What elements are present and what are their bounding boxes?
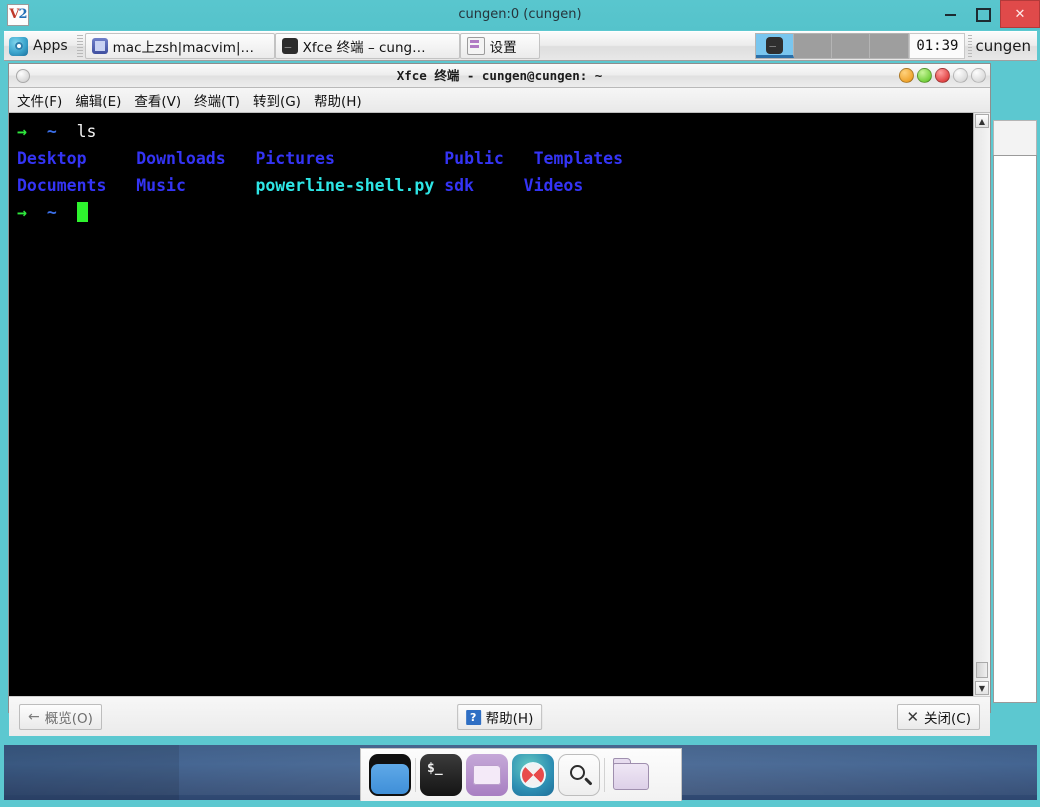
vim-icon <box>91 38 108 54</box>
menu-edit[interactable]: 编辑(E) <box>75 90 121 110</box>
help-button-label: 帮助(H) <box>485 711 534 727</box>
arrow-left-icon: ← <box>28 709 40 725</box>
terminal-shade-button[interactable] <box>953 68 968 83</box>
terminal-extra-button[interactable] <box>971 68 986 83</box>
terminal-output[interactable]: → ~ ls Desktop Downloads Pictures Public… <box>9 113 973 696</box>
folder-purple-icon[interactable] <box>466 754 508 796</box>
vnc-maximize-button[interactable] <box>967 0 1000 29</box>
listing-entry-downloads: Downloads <box>136 149 226 168</box>
workspace-3[interactable] <box>832 34 871 58</box>
close-button-label: 关闭(C) <box>924 711 971 727</box>
listing-entry-documents: Documents <box>17 176 107 195</box>
menu-view[interactable]: 查看(V) <box>134 90 181 110</box>
overview-button[interactable]: ← 概览(O) <box>19 704 102 730</box>
vnc-window-title: cungen:0 (cungen) <box>458 7 582 22</box>
terminal-icon <box>281 35 298 54</box>
menu-terminal[interactable]: 终端(T) <box>194 90 240 110</box>
maximize-icon <box>976 7 991 22</box>
terminal-menubar: 文件(F) 编辑(E) 查看(V) 终端(T) 转到(G) 帮助(H) <box>9 88 990 113</box>
terminal-icon[interactable] <box>420 754 462 796</box>
listing-entry-powerline-shell: powerline-shell.py <box>255 176 435 195</box>
xfce-panel: Apps mac上zsh|macvim|… Xfce 终端 – cung… 设置 <box>4 31 1037 61</box>
menu-goto[interactable]: 转到(G) <box>253 90 301 110</box>
finder-icon[interactable] <box>369 754 411 796</box>
terminal-cursor <box>76 202 88 222</box>
close-button[interactable]: ✕ 关闭(C) <box>897 704 980 730</box>
workspace-2[interactable] <box>794 34 833 58</box>
scroll-down-icon[interactable]: ▼ <box>975 681 989 695</box>
prompt-path: ~ <box>46 203 57 222</box>
taskbar-item-label: mac上zsh|macvim|… <box>112 40 255 56</box>
vnc-bottom-edge <box>0 801 1040 807</box>
listing-entry-videos: Videos <box>523 176 584 195</box>
scroll-up-icon[interactable]: ▲ <box>975 114 989 128</box>
settings-icon <box>466 37 485 55</box>
background-window-header[interactable] <box>993 120 1037 156</box>
vnc-viewer-window: V2 cungen:0 (cungen) ✕ Apps mac上zsh|macv… <box>0 0 1040 807</box>
apps-menu-button[interactable]: Apps <box>4 32 75 60</box>
vnc-titlebar[interactable]: V2 cungen:0 (cungen) ✕ <box>0 0 1040 30</box>
overview-button-label: 概览(O) <box>44 711 93 727</box>
prompt-arrow-icon: → <box>17 122 27 141</box>
close-x-icon: ✕ <box>906 708 920 726</box>
terminal-statusbar: ← 概览(O) ? 帮助(H) ✕ 关闭(C) <box>9 696 990 736</box>
workspace-switcher[interactable] <box>755 33 910 59</box>
terminal-body[interactable]: → ~ ls Desktop Downloads Pictures Public… <box>9 113 990 696</box>
taskbar-item-settings[interactable]: 设置 <box>459 33 540 59</box>
dock-separator <box>604 758 605 792</box>
terminal-command: ls <box>76 122 97 141</box>
screen: V2 cungen:0 (cungen) ✕ Apps mac上zsh|macv… <box>0 0 1040 807</box>
taskbar-item-label: Xfce 终端 – cung… <box>302 40 426 56</box>
dock-separator <box>415 758 416 792</box>
taskbar-item-label: 设置 <box>489 40 517 56</box>
terminal-close-button[interactable] <box>935 68 950 83</box>
workspace-4[interactable] <box>870 34 909 58</box>
apps-icon <box>9 36 28 56</box>
help-question-icon: ? <box>465 709 481 725</box>
listing-entry-pictures: Pictures <box>255 149 335 168</box>
xfce-terminal-window: Xfce 终端 - cungen@cungen: ~ 文件(F) 编辑(E) 查… <box>8 63 991 736</box>
listing-entry-desktop: Desktop <box>17 149 87 168</box>
menu-help[interactable]: 帮助(H) <box>314 90 362 110</box>
panel-clock[interactable]: 01:39 <box>909 33 966 59</box>
terminal-maximize-button[interactable] <box>917 68 932 83</box>
search-magnifier-icon[interactable] <box>558 754 600 796</box>
help-button[interactable]: ? 帮助(H) <box>456 704 543 730</box>
background-window[interactable] <box>993 155 1037 703</box>
apps-menu-label: Apps <box>33 38 68 54</box>
terminal-minimize-button[interactable] <box>899 68 914 83</box>
window-controls <box>899 68 986 83</box>
listing-entry-public: Public <box>444 149 504 168</box>
terminal-icon <box>766 34 784 54</box>
listing-entry-templates: Templates <box>533 149 624 168</box>
listing-entry-sdk: sdk <box>444 176 474 195</box>
minimize-icon <box>945 13 956 16</box>
taskbar-item-macvim[interactable]: mac上zsh|macvim|… <box>84 33 275 59</box>
vnc-minimize-button[interactable] <box>934 0 967 29</box>
prompt-arrow-icon: → <box>17 203 27 222</box>
scrollbar-thumb[interactable] <box>976 662 988 678</box>
panel-separator <box>76 35 83 57</box>
listing-entry-music: Music <box>136 176 186 195</box>
panel-separator <box>968 35 973 57</box>
dock <box>360 748 682 801</box>
panel-username[interactable]: cungen <box>975 37 1037 55</box>
prompt-path: ~ <box>46 122 57 141</box>
terminal-scrollbar[interactable]: ▲ ▼ <box>973 113 990 696</box>
terminal-window-title: Xfce 终端 - cungen@cungen: ~ <box>396 68 603 83</box>
safari-compass-icon[interactable] <box>512 754 554 796</box>
vnc-close-button[interactable]: ✕ <box>1000 0 1040 28</box>
menu-file[interactable]: 文件(F) <box>17 90 62 110</box>
files-folder-icon[interactable] <box>609 754 651 796</box>
workspace-1[interactable] <box>756 34 795 58</box>
terminal-titlebar[interactable]: Xfce 终端 - cungen@cungen: ~ <box>9 64 990 88</box>
taskbar-item-xfce-terminal[interactable]: Xfce 终端 – cung… <box>274 33 460 59</box>
